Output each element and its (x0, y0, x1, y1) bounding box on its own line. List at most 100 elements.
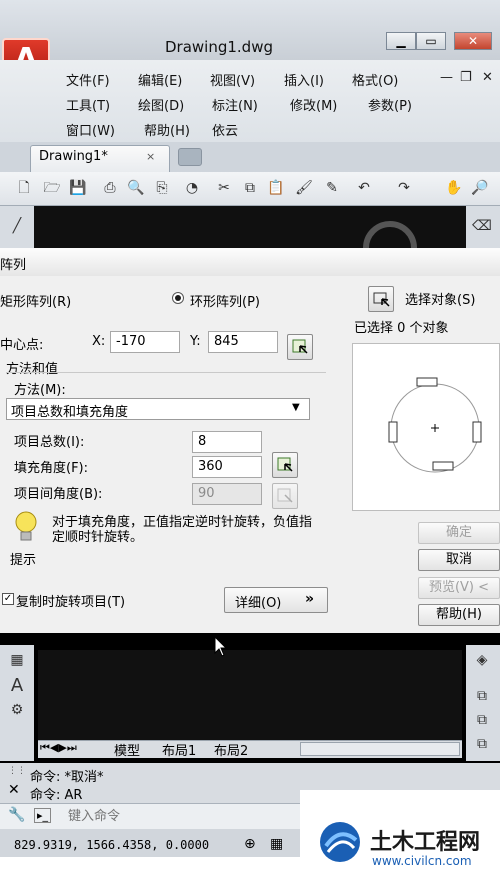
mdi-restore-button[interactable]: ❐ (460, 70, 472, 85)
total-items-field[interactable]: 8 (192, 431, 262, 453)
add-selected-icon[interactable]: ⚙ (7, 700, 27, 720)
command-history-line: 命令: AR (30, 788, 83, 803)
draworder-icon[interactable]: ⧉ (472, 686, 492, 706)
publish-icon[interactable]: ⎘ (152, 178, 172, 198)
print-preview-icon[interactable]: 🔍 (126, 178, 146, 198)
ok-button[interactable]: 确定 (418, 522, 500, 544)
customize-icon[interactable]: 🔧 (8, 807, 25, 823)
preview-button[interactable]: 预览(V) < (418, 577, 500, 599)
redo-icon[interactable]: ↷ (394, 178, 414, 198)
menu-draw[interactable]: 绘图(D) (138, 95, 184, 114)
grip-icon[interactable]: ⋮⋮ (8, 766, 26, 776)
block-editor-icon[interactable]: ✎ (322, 178, 342, 198)
menu-insert[interactable]: 插入(I) (284, 70, 324, 89)
rotate-items-checkbox[interactable]: ✓ (2, 593, 14, 605)
mtext-icon[interactable]: A (7, 676, 27, 696)
watermark: 土木工程网 www.civilcn.com (300, 790, 500, 889)
close-icon[interactable]: ✕ (8, 782, 20, 798)
mdi-close-button[interactable]: ✕ (482, 70, 493, 85)
save-icon[interactable]: 💾 (68, 178, 88, 198)
tab-close-icon[interactable]: × (146, 150, 155, 163)
menu-view[interactable]: 视图(V) (210, 70, 255, 89)
grid-display-icon[interactable]: ▦ (270, 836, 283, 852)
maximize-button[interactable]: ▭ (416, 32, 446, 50)
pick-angle-between-button (272, 483, 298, 509)
explode-icon[interactable]: ◈ (472, 650, 492, 670)
drawing-canvas[interactable] (0, 206, 500, 248)
erase-icon[interactable]: ⌫ (472, 216, 492, 236)
center-x-label: X: (92, 334, 106, 349)
prompt-icon[interactable]: ▸_ (34, 808, 52, 823)
tab-layout1[interactable]: 布局1 (162, 740, 196, 759)
chevron-down-icon[interactable]: ▼ (292, 402, 300, 413)
pick-fill-angle-button[interactable] (272, 452, 298, 478)
model-space-canvas[interactable] (38, 650, 462, 742)
match-properties-icon[interactable]: 🖌 (294, 178, 314, 198)
page-bottom-margin (0, 857, 300, 889)
tab-nav-arrows[interactable]: ⏮◀▶⏭ (40, 741, 77, 755)
menu-modify[interactable]: 修改(M) (290, 95, 337, 114)
paste-icon[interactable]: 📋 (266, 178, 286, 198)
menu-yiyun[interactable]: 依云 (212, 120, 238, 139)
pan-icon[interactable]: ✋ (444, 178, 464, 198)
close-window-button[interactable]: ✕ (454, 32, 492, 50)
minimize-button[interactable]: ▁ (386, 32, 416, 50)
menu-dimension[interactable]: 标注(N) (212, 95, 258, 114)
center-point-label: 中心点: (0, 338, 44, 353)
menu-help[interactable]: 帮助(H) (144, 120, 190, 139)
menu-file[interactable]: 文件(F) (66, 70, 110, 89)
rectangular-array-radio-label[interactable]: 矩形阵列(R) (0, 291, 71, 310)
3d-dwf-icon[interactable]: ◔ (182, 178, 202, 198)
undo-icon[interactable]: ↶ (354, 178, 374, 198)
tip-text: 对于填充角度，正值指定逆时针旋转，负值指定顺时针旋转。 (52, 515, 313, 545)
command-history-line: 命令: *取消* (30, 770, 104, 785)
select-objects-button[interactable] (368, 286, 394, 312)
menu-format[interactable]: 格式(O) (352, 70, 398, 89)
fill-angle-label: 填充角度(F): (14, 461, 89, 476)
new-tab-button[interactable] (178, 148, 202, 166)
cut-icon[interactable]: ✂ (214, 178, 234, 198)
angle-between-value: 90 (198, 486, 215, 501)
method-dropdown[interactable]: 项目总数和填充角度 (6, 398, 310, 420)
pick-center-point-button[interactable] (287, 334, 313, 360)
menu-edit[interactable]: 编辑(E) (138, 70, 182, 89)
angle-between-field: 90 (192, 483, 262, 505)
polar-array-radio-label[interactable]: 环形阵列(P) (190, 291, 260, 310)
line-icon[interactable]: ╱ (7, 216, 27, 236)
help-button[interactable]: 帮助(H) (418, 604, 500, 626)
preview-drawing (388, 377, 482, 473)
center-y-field[interactable]: 845 (208, 331, 278, 353)
print-icon[interactable]: ⎙ (100, 178, 120, 198)
watermark-brand: 土木工程网 (370, 830, 481, 855)
new-icon[interactable]: 🗋 (14, 178, 34, 198)
zoom-icon[interactable]: 🔎 (470, 178, 490, 198)
method-label: 方法(M): (14, 383, 66, 398)
fill-angle-field[interactable]: 360 (192, 456, 262, 478)
pick-angle-icon (277, 457, 293, 472)
total-items-value: 8 (198, 434, 207, 449)
cancel-button[interactable]: 取消 (418, 549, 500, 571)
bring-front-icon[interactable]: ⧉ (472, 710, 492, 730)
tab-layout2[interactable]: 布局2 (214, 740, 248, 759)
command-input[interactable] (68, 806, 296, 826)
horizontal-scrollbar[interactable] (300, 742, 460, 756)
menu-parameter[interactable]: 参数(P) (368, 95, 412, 114)
method-group-label: 方法和值 (6, 362, 59, 377)
viewcube-icon[interactable] (360, 212, 420, 248)
polar-array-radio[interactable] (172, 292, 184, 304)
open-icon[interactable]: 🗁 (42, 178, 62, 198)
snap-mode-icon[interactable]: ⊕ (244, 836, 256, 852)
array-preview (352, 343, 500, 511)
copy-icon[interactable]: ⧉ (240, 178, 260, 198)
menu-tools[interactable]: 工具(T) (66, 95, 110, 114)
table-icon[interactable]: ▦ (7, 650, 27, 670)
details-button[interactable]: 详细(O) » (224, 587, 328, 613)
menu-window[interactable]: 窗口(W) (66, 120, 115, 139)
tab-model[interactable]: 模型 (114, 740, 140, 759)
civilcn-logo-icon (320, 822, 360, 862)
center-x-field[interactable]: -170 (110, 331, 180, 353)
rotate-items-label[interactable]: 复制时旋转项目(T) (16, 591, 125, 610)
mdi-minimize-button[interactable]: — (440, 70, 453, 85)
send-back-icon[interactable]: ⧉ (472, 734, 492, 754)
group-divider (6, 372, 326, 373)
